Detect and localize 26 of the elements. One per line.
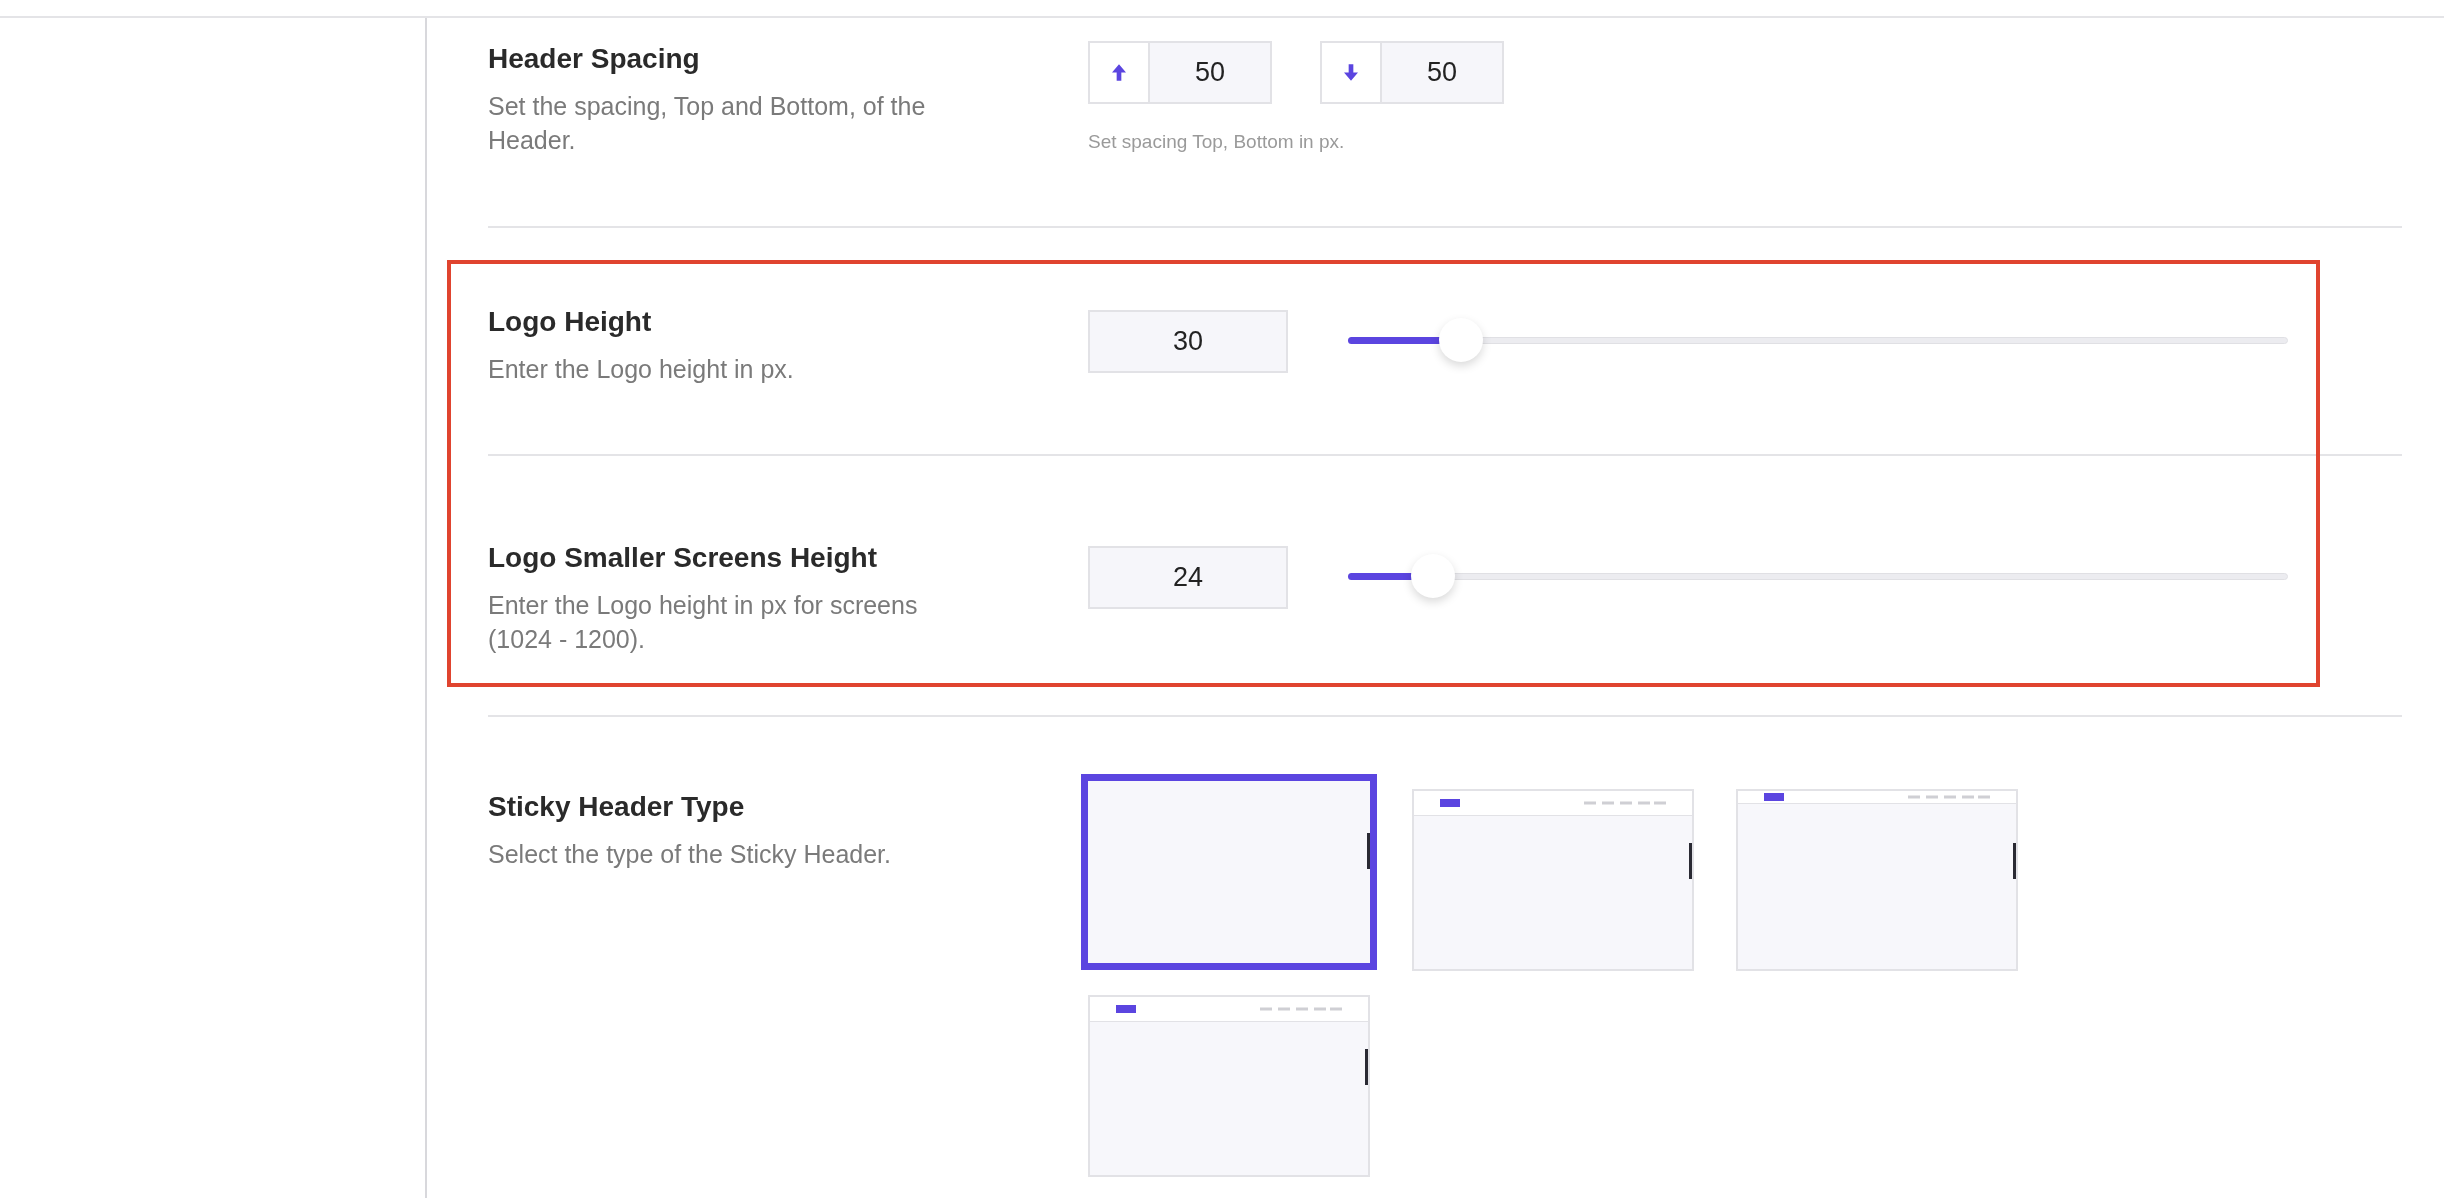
scroll-indicator xyxy=(1367,833,1370,869)
setting-description: Enter the Logo height in px for screens (1024 - 1200). xyxy=(488,590,919,655)
slider-thumb[interactable] xyxy=(1438,318,1483,362)
layout-option[interactable] xyxy=(1736,789,2018,971)
down-arrow-icon xyxy=(1344,64,1358,81)
setting-description: Set the spacing, Top and Bottom, of the Header. xyxy=(488,91,927,156)
scroll-indicator xyxy=(2013,843,2016,879)
spacing-field[interactable]: 50 xyxy=(1088,41,1272,104)
setting-title: Sticky Header Type xyxy=(488,790,745,824)
setting-title: Header Spacing xyxy=(488,42,700,76)
number-field[interactable]: 30 xyxy=(1088,310,1288,373)
scroll-indicator xyxy=(1689,843,1692,879)
scroll-indicator xyxy=(1365,1049,1368,1085)
setting-title: Logo Height xyxy=(488,305,652,339)
slider-thumb[interactable] xyxy=(1410,554,1455,598)
layout-option[interactable] xyxy=(1412,789,1694,971)
number-field[interactable]: 24 xyxy=(1088,546,1288,609)
slider-track[interactable] xyxy=(1348,554,2288,598)
up-arrow-icon xyxy=(1112,64,1126,81)
slider-track[interactable] xyxy=(1348,318,2288,362)
setting-title: Logo Smaller Screens Height xyxy=(488,541,877,575)
spacing-field[interactable]: 50 xyxy=(1320,41,1504,104)
layout-option[interactable] xyxy=(1088,995,1370,1177)
help-text: Set spacing Top, Bottom in px. xyxy=(1088,130,1345,154)
setting-description: Select the type of the Sticky Header. xyxy=(488,839,892,870)
setting-description: Enter the Logo height in px. xyxy=(488,354,795,385)
